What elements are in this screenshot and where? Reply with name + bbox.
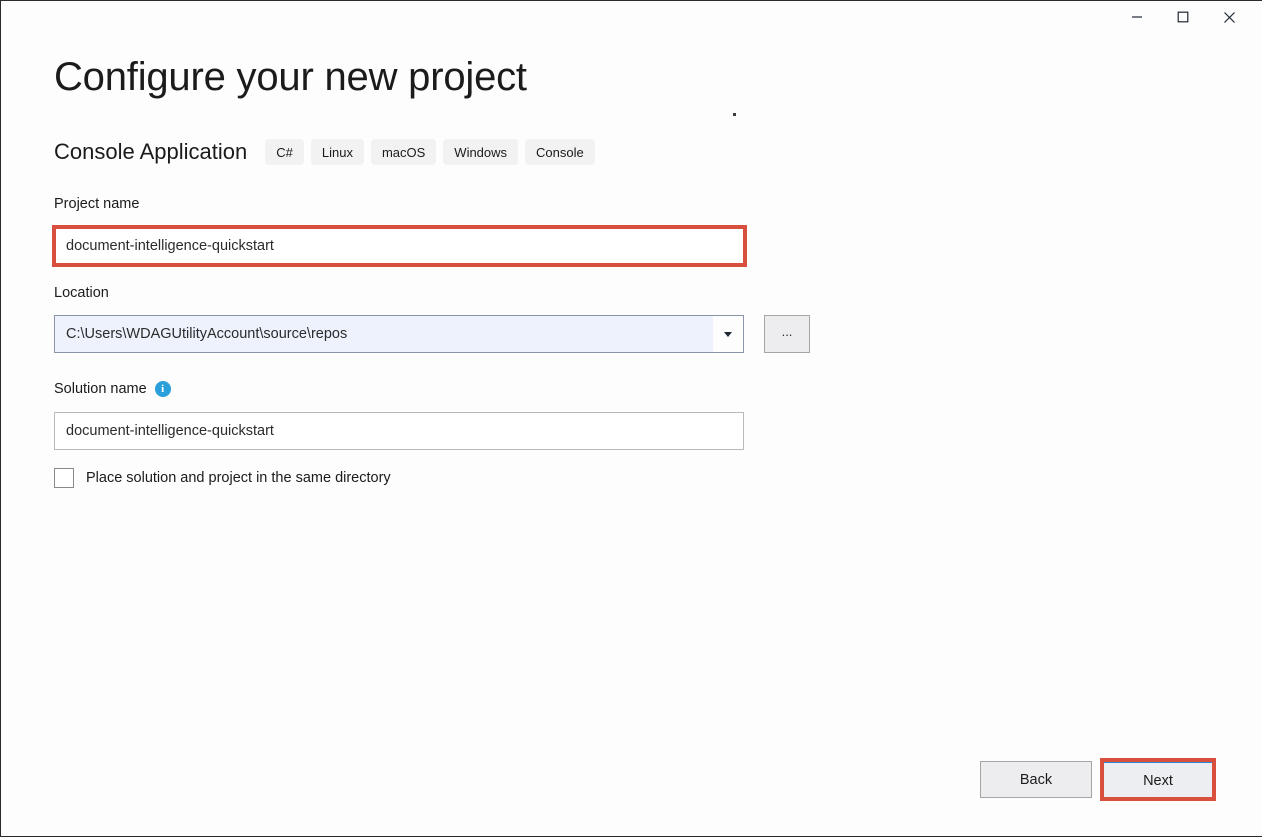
same-directory-label: Place solution and project in the same d… [86,469,391,486]
same-directory-checkbox[interactable] [54,468,74,488]
next-button[interactable]: Next [1103,761,1213,800]
tag-macos: macOS [370,139,437,165]
same-directory-row[interactable]: Place solution and project in the same d… [54,468,391,488]
title-bar [1,1,1262,47]
back-button[interactable]: Back [980,761,1092,798]
project-name-input[interactable] [54,227,744,265]
location-combobox[interactable]: C:\Users\WDAGUtilityAccount\source\repos [54,315,744,353]
solution-name-input[interactable] [54,412,744,450]
project-name-label: Project name [54,196,140,212]
solution-name-label-text: Solution name [54,380,147,397]
chevron-down-icon[interactable] [713,316,743,352]
maximize-button[interactable] [1160,1,1206,33]
info-icon[interactable]: i [154,381,171,397]
tag-console: Console [525,139,595,165]
tag-linux: Linux [310,139,364,165]
template-name: Console Application [54,139,248,164]
close-button[interactable] [1206,1,1252,33]
template-summary: Console Application C# Linux macOS Windo… [54,139,602,165]
tag-windows: Windows [443,139,519,165]
location-label: Location [54,285,109,301]
solution-name-label: Solution name i [54,381,171,397]
browse-location-button[interactable]: ... [764,315,810,353]
configure-project-dialog: Configure your new project Console Appli… [0,0,1262,837]
minimize-button[interactable] [1114,1,1160,33]
location-value: C:\Users\WDAGUtilityAccount\source\repos [66,326,348,342]
page-title: Configure your new project [54,55,527,99]
stray-dot-artifact [733,113,736,116]
tag-language: C# [265,139,304,165]
